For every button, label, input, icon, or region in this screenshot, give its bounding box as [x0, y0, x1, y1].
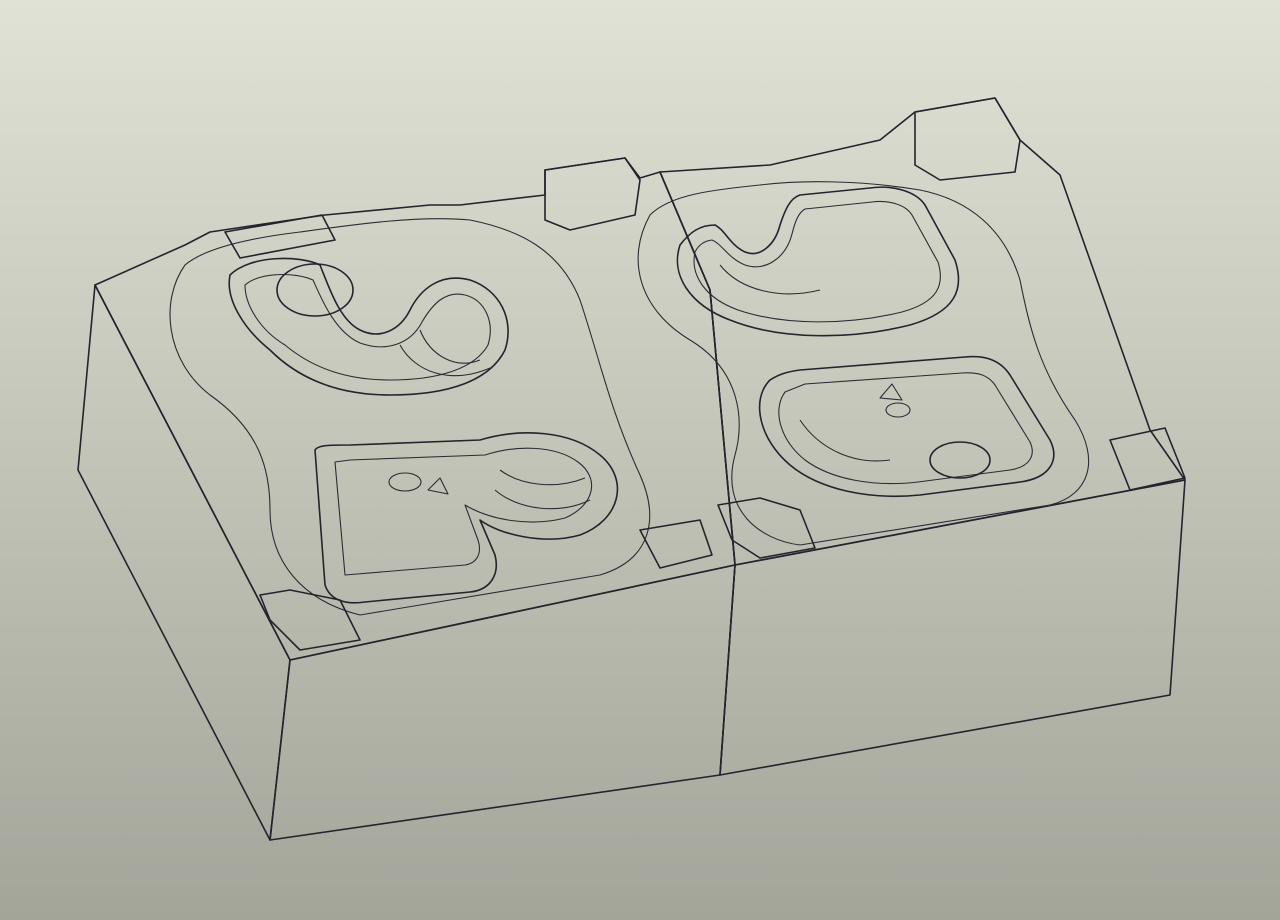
left-mold-half[interactable] — [77, 157, 736, 841]
right-upper-cavity — [676, 186, 960, 337]
left-lower-cavity — [314, 432, 619, 604]
half-seam-line — [659, 171, 736, 776]
left-upper-cavity — [228, 257, 509, 396]
engraved-recycle-triangle — [427, 477, 449, 495]
cad-viewport[interactable] — [0, 0, 1280, 920]
left-corner-notch-mid — [639, 519, 713, 569]
left-parting-surface — [169, 218, 651, 616]
engraved-logo-ellipse — [388, 472, 422, 492]
right-parting-surface — [637, 181, 1090, 546]
mold-model[interactable] — [0, 0, 1280, 920]
engraved-logo-ellipse-right — [885, 402, 911, 418]
left-side-face — [77, 284, 291, 841]
right-corner-notch-side — [1109, 427, 1186, 491]
left-corner-notch-front — [259, 589, 361, 651]
right-mold-half[interactable] — [637, 97, 1186, 776]
right-pin-block — [914, 97, 1021, 181]
left-pin-block — [544, 157, 641, 231]
right-lower-cavity — [758, 355, 1055, 498]
left-front-face — [269, 564, 736, 841]
right-corner-notch-front — [717, 497, 816, 559]
engraved-recycle-triangle-right — [879, 383, 903, 401]
left-top-face — [94, 157, 736, 661]
